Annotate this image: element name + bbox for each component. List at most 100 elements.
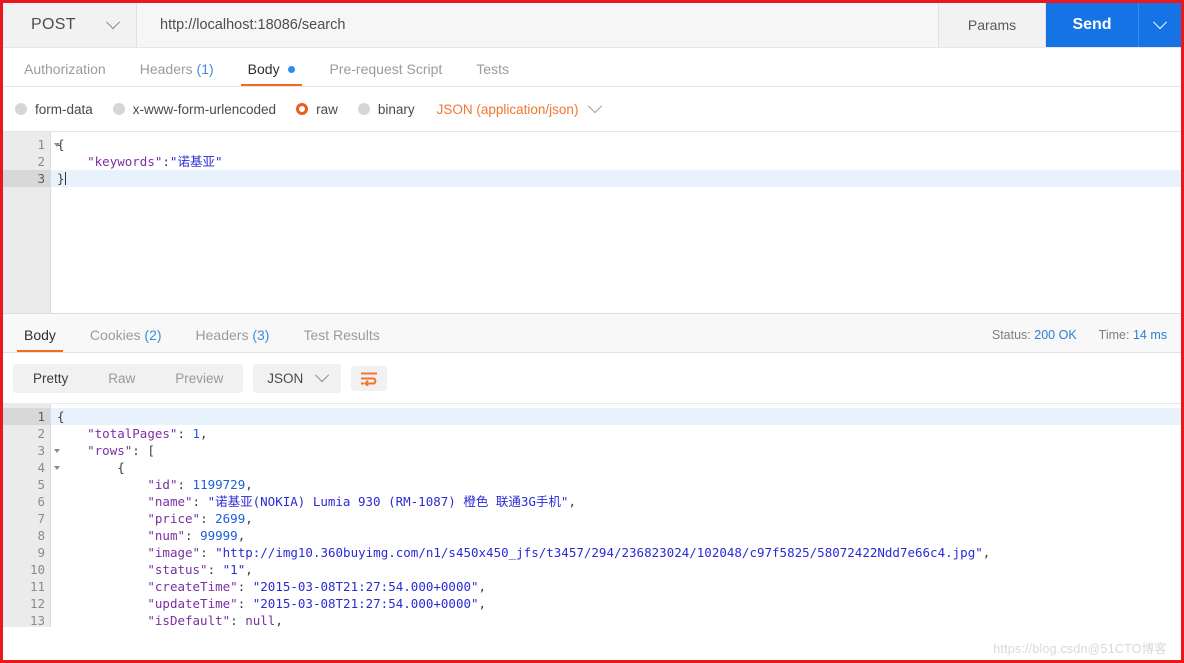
request-gutter: 123 — [3, 132, 60, 313]
view-mode-preview[interactable]: Preview — [155, 364, 243, 393]
view-mode-label: Pretty — [33, 370, 69, 386]
line-number: 4 — [3, 459, 60, 476]
radio-label: x-www-form-urlencoded — [132, 101, 277, 117]
line-number: 6 — [37, 494, 45, 509]
tab-label: Pre-request Script — [329, 61, 443, 77]
request-tab-bar: Authorization Headers (1) Body Pre-reque… — [3, 48, 1181, 87]
response-tab-bar: Body Cookies (2) Headers (3) Test Result… — [3, 314, 1181, 353]
line-number: 11 — [29, 579, 45, 594]
view-mode-group: Pretty Raw Preview — [13, 363, 244, 393]
code-line: "name": "诺基亚(NOKIA) Lumia 930 (RM-1087) … — [147, 494, 576, 509]
line-number: 3 — [3, 442, 60, 459]
status-badge: Status: 200 OK — [992, 328, 1077, 342]
time-label: Time: — [1098, 328, 1130, 342]
code-line: } — [51, 170, 1181, 187]
watermark: https://blog.csdn@51CTO博客 — [993, 642, 1167, 656]
send-options-button[interactable] — [1138, 3, 1181, 47]
radio-icon — [15, 103, 27, 115]
line-number-empty — [3, 238, 50, 255]
radio-label: form-data — [35, 101, 93, 117]
line-number-empty — [3, 204, 50, 221]
view-mode-pretty[interactable]: Pretty — [13, 363, 89, 393]
tab-label: Body — [247, 61, 280, 77]
response-meta: Status: 200 OK Time: 14 ms — [992, 328, 1167, 342]
line-number: 10 — [29, 562, 45, 577]
radio-x-www-form-urlencoded[interactable]: x-www-form-urlencoded — [112, 101, 277, 117]
line-number: 1 — [3, 136, 60, 153]
radio-icon — [357, 103, 370, 115]
line-number: 5 — [37, 477, 45, 492]
word-wrap-button[interactable] — [351, 365, 388, 391]
line-number: 2 — [37, 154, 45, 169]
response-tab-cookies[interactable]: Cookies (2) — [73, 327, 179, 352]
radio-form-data[interactable]: form-data — [15, 102, 93, 117]
chevron-down-icon — [315, 368, 330, 383]
line-number: 3 — [3, 170, 50, 187]
response-format-dropdown[interactable]: JSON — [253, 363, 342, 393]
url-bar: POST http://localhost:18086/search Param… — [3, 3, 1181, 48]
tab-label: Cookies — [89, 327, 141, 343]
request-body-editor[interactable]: 123 { "keywords":"诺基亚"} — [3, 132, 1181, 314]
tab-body[interactable]: Body — [231, 61, 313, 86]
tab-label: Test Results — [303, 327, 380, 343]
word-wrap-icon — [361, 372, 378, 386]
code-line: "num": 99999, — [147, 528, 246, 543]
tab-label: Authorization — [24, 61, 106, 77]
tab-pre-request-script[interactable]: Pre-request Script — [312, 61, 459, 86]
line-number: 13 — [29, 613, 45, 628]
code-line: "keywords":"诺基亚" — [87, 154, 223, 169]
response-tab-headers[interactable]: Headers (3) — [179, 327, 287, 352]
radio-icon — [112, 103, 125, 115]
radio-binary[interactable]: binary — [357, 101, 415, 117]
response-gutter: 1 2 3 4 5 6 7 8 9 10 11 12 13 — [3, 404, 60, 628]
radio-raw[interactable]: raw — [296, 102, 338, 117]
tab-label: Body — [24, 327, 56, 343]
line-number-empty — [3, 187, 50, 204]
send-button[interactable]: Send — [1046, 3, 1138, 47]
code-line: "rows": [ — [87, 443, 155, 458]
tab-count: (1) — [196, 61, 214, 77]
view-mode-raw[interactable]: Raw — [88, 364, 155, 393]
code-line: "isDefault": null, — [147, 613, 283, 627]
code-line: "price": 2699, — [147, 511, 253, 526]
response-body-editor[interactable]: 1 2 3 4 5 6 7 8 9 10 11 12 13 { "totalPages": 1, "ro… — [3, 404, 1181, 628]
chevron-down-icon — [105, 15, 121, 30]
line-number: 12 — [29, 596, 45, 611]
response-tab-test-results[interactable]: Test Results — [286, 327, 396, 352]
url-input[interactable]: http://localhost:18086/search — [137, 3, 939, 47]
radio-icon-selected — [296, 103, 309, 115]
tab-label: Tests — [476, 61, 509, 77]
line-number: 8 — [37, 528, 45, 543]
line-number-empty — [3, 289, 50, 306]
tab-count: (3) — [252, 327, 270, 343]
code-line: { — [117, 460, 125, 475]
code-line: { — [51, 408, 1181, 425]
request-code[interactable]: { "keywords":"诺基亚"} — [51, 132, 1181, 313]
tab-tests[interactable]: Tests — [459, 61, 526, 86]
code-line: "status": "1", — [147, 562, 253, 577]
response-tab-body[interactable]: Body — [7, 327, 73, 352]
status-label: Status: — [991, 328, 1031, 342]
params-button[interactable]: Params — [939, 3, 1046, 47]
radio-label: binary — [377, 101, 415, 117]
method-dropdown[interactable]: POST — [3, 3, 137, 47]
line-number-empty — [3, 272, 50, 289]
code-line: { — [57, 137, 65, 152]
content-type-dropdown[interactable]: JSON (application/json) — [437, 99, 603, 117]
view-mode-label: Preview — [175, 370, 224, 386]
tab-headers[interactable]: Headers (1) — [123, 61, 231, 86]
line-number: 2 — [37, 426, 45, 441]
send-label: Send — [1072, 16, 1112, 33]
code-line: "createTime": "2015-03-08T21:27:54.000+0… — [147, 579, 487, 594]
tab-authorization[interactable]: Authorization — [7, 61, 123, 86]
response-code[interactable]: { "totalPages": 1, "rows": [ { "id": 119… — [51, 404, 1181, 627]
time-value: 14 ms — [1132, 328, 1167, 342]
time-badge: Time: 14 ms — [1099, 328, 1167, 342]
code-line: "updateTime": "2015-03-08T21:27:54.000+0… — [147, 596, 487, 611]
line-number: 9 — [37, 545, 45, 560]
code-line: "id": 1199729, — [147, 477, 253, 492]
radio-label: raw — [316, 101, 338, 117]
response-view-row: Pretty Raw Preview JSON — [3, 353, 1181, 404]
line-number: 7 — [37, 511, 45, 526]
line-number-empty — [3, 255, 50, 272]
